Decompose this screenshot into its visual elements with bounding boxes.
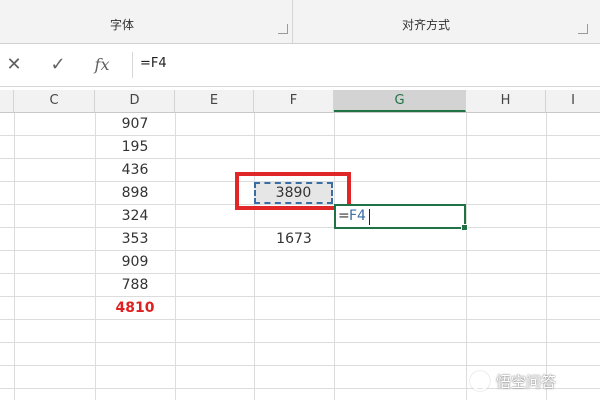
column-header-g[interactable]: G: [334, 90, 466, 112]
insert-function-button[interactable]: fx: [90, 53, 114, 77]
column-header-f[interactable]: F: [254, 90, 334, 112]
column-header-e[interactable]: E: [175, 90, 254, 112]
check-icon[interactable]: ✓: [46, 53, 70, 77]
cell-d7[interactable]: 909: [95, 251, 175, 274]
font-group-label: 字体: [110, 18, 135, 32]
spreadsheet-grid[interactable]: 907 195 436 898 324 353 909 788 4810 167…: [0, 113, 600, 400]
column-header-c[interactable]: C: [14, 90, 95, 112]
fill-handle[interactable]: [461, 224, 468, 231]
column-header-row: C D E F G H I: [0, 90, 600, 113]
watermark: 悟空问答: [470, 370, 556, 392]
ribbon: 字体 对齐方式: [0, 0, 600, 44]
cell-d8[interactable]: 788: [95, 274, 175, 297]
font-dialog-launcher-icon[interactable]: [278, 24, 288, 34]
cell-d6[interactable]: 353: [95, 228, 175, 251]
cell-d3[interactable]: 436: [95, 159, 175, 182]
column-header-h[interactable]: H: [466, 90, 546, 112]
formula-bar-separator: [132, 52, 133, 78]
cell-d5[interactable]: 324: [95, 205, 175, 228]
formula-input[interactable]: =F4: [140, 56, 580, 74]
alignment-dialog-launcher-icon[interactable]: [578, 24, 588, 34]
column-header-i[interactable]: I: [546, 90, 600, 112]
formula-equals: =: [338, 208, 350, 224]
ribbon-group-separator: [292, 0, 293, 44]
watermark-logo-icon: [470, 371, 490, 391]
formula-bar: ✕ ✓ fx =F4: [0, 44, 600, 87]
cell-d1[interactable]: 907: [95, 113, 175, 136]
close-icon[interactable]: ✕: [2, 53, 26, 77]
alignment-group-label: 对齐方式: [402, 18, 451, 32]
cell-f6[interactable]: 1673: [254, 228, 334, 251]
column-header-d[interactable]: D: [95, 90, 175, 112]
cell-d9-total[interactable]: 4810: [95, 297, 175, 320]
formula-reference: F4: [349, 208, 366, 224]
watermark-text: 悟空问答: [496, 372, 557, 391]
text-cursor: [369, 209, 370, 225]
cell-d2[interactable]: 195: [95, 136, 175, 159]
column-header-b[interactable]: [0, 90, 14, 112]
active-cell-g5[interactable]: = F4: [334, 204, 468, 231]
cell-d4[interactable]: 898: [95, 182, 175, 205]
